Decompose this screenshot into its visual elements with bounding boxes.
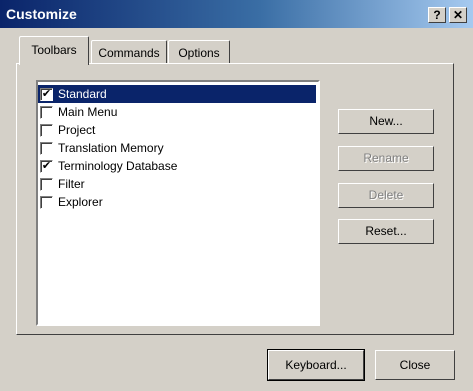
list-item[interactable]: ✔ Standard [38,85,316,103]
list-item[interactable]: Main Menu [38,103,316,121]
new-button[interactable]: New... [338,109,434,134]
rename-button[interactable]: Rename [338,146,434,171]
window-title: Customize [6,6,77,22]
checkbox[interactable] [40,177,53,191]
list-item-label: Main Menu [58,105,118,119]
help-button[interactable]: ? [428,7,446,23]
tab-toolbars[interactable]: Toolbars [19,36,89,65]
checkbox[interactable] [40,105,53,119]
tab-options[interactable]: Options [168,40,230,65]
close-window-button[interactable]: ✕ [449,7,467,23]
keyboard-button[interactable]: Keyboard... [267,349,365,381]
list-item-label: Filter [58,177,85,191]
title-bar: Customize ? ✕ [0,0,473,28]
tab-commands[interactable]: Commands [91,40,167,65]
toolbars-tab-panel: ✔ Standard Main Menu Project Translation Mem… [16,63,454,335]
toolbar-list[interactable]: ✔ Standard Main Menu Project Translation Mem… [36,80,320,326]
checkbox[interactable] [40,195,53,209]
list-item-label: Standard [58,87,107,101]
list-item-label: Explorer [58,195,103,209]
checkbox[interactable] [40,123,53,137]
reset-button[interactable]: Reset... [338,219,434,244]
list-item[interactable]: ✔ Terminology Database [38,157,316,175]
list-item[interactable]: Project [38,121,316,139]
list-item[interactable]: Explorer [38,193,316,211]
delete-button[interactable]: Delete [338,183,434,208]
list-item-label: Project [58,123,96,137]
list-item-label: Translation Memory [58,141,164,155]
checkbox[interactable] [40,141,53,155]
checkbox[interactable]: ✔ [40,159,53,173]
close-button[interactable]: Close [375,350,455,380]
list-item-label: Terminology Database [58,159,178,173]
checkbox[interactable]: ✔ [40,87,53,101]
list-item[interactable]: Translation Memory [38,139,316,157]
list-item[interactable]: Filter [38,175,316,193]
